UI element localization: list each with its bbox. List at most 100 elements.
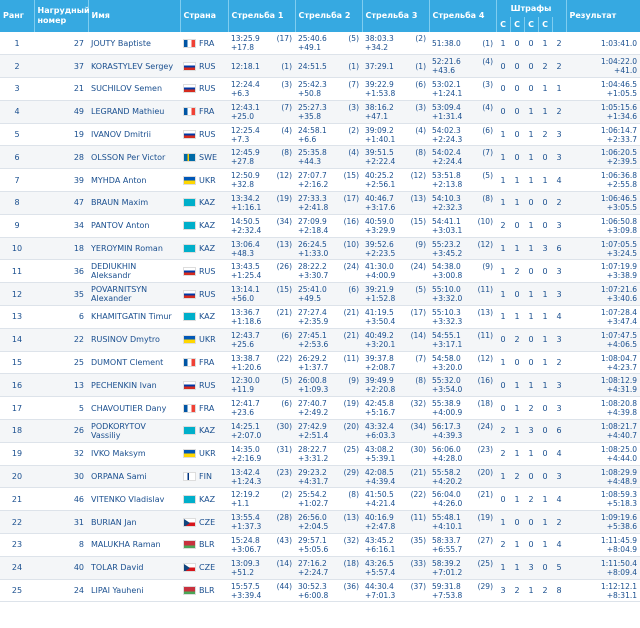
table-row[interactable]: 5 19 IVANOV Dmitrii RUS 12:25.4 (4) +7.3… bbox=[0, 123, 640, 147]
shoot2-cell: 27:07.7 (15) +2:16.2 bbox=[295, 168, 362, 193]
table-row[interactable]: 24 40 TOLAR David CZE 13:09.3 (14) +51.2… bbox=[0, 556, 640, 580]
shoot3-cell: 38:16.2 (3) +47.1 bbox=[362, 100, 429, 124]
bib-cell: 5 bbox=[34, 396, 88, 421]
shoot1-time: 12:50.9 bbox=[231, 171, 260, 181]
table-row[interactable]: 12 35 POVARNITSYN Alexander RUS 13:14.1 … bbox=[0, 282, 640, 307]
shoot3-time: 39:21.9 bbox=[365, 285, 394, 295]
athlete-name[interactable]: PANTOV Anton bbox=[88, 214, 180, 238]
athlete-name[interactable]: ORPANA Sami bbox=[88, 465, 180, 489]
athlete-name[interactable]: MYHDA Anton bbox=[88, 168, 180, 193]
table-row[interactable]: 11 36 DEDIUKHIN Aleksandr RUS 13:43.5 (2… bbox=[0, 259, 640, 284]
table-row[interactable]: 14 22 RUSINOV Dmytro UKR 12:43.7 (6) +25… bbox=[0, 328, 640, 352]
athlete-name[interactable]: DEDIUKHIN Aleksandr bbox=[88, 259, 180, 284]
header-name[interactable]: Имя bbox=[88, 0, 181, 32]
result-time: 1:06:46.5 bbox=[600, 193, 638, 203]
table-row[interactable]: 3 21 SUCHILOV Semen RUS 12:24.4 (3) +6.3… bbox=[0, 77, 640, 101]
table-row[interactable]: 7 39 MYHDA Anton UKR 12:50.9 (12) +32.8 … bbox=[0, 168, 640, 193]
shoot4-time: 55:10.3 bbox=[432, 307, 461, 317]
athlete-name[interactable]: LIPAI Yauheni bbox=[88, 579, 180, 603]
shoot2-diff: +2:04.5 bbox=[298, 522, 329, 532]
athlete-name[interactable]: LEGRAND Mathieu bbox=[88, 100, 180, 124]
penalty-4: 0 bbox=[538, 396, 552, 421]
result-cell: 1:08:25.0 +4:44.0 bbox=[566, 442, 640, 466]
table-row[interactable]: 2 37 KORASTYLEV Sergey RUS 12:18.1 (1) 2… bbox=[0, 54, 640, 79]
penalty-3: 0 bbox=[524, 77, 538, 101]
athlete-name[interactable]: PECHENKIN Ivan bbox=[88, 373, 180, 398]
athlete-name[interactable]: KORASTYLEV Sergey bbox=[88, 54, 180, 79]
table-row[interactable]: 20 30 ORPANA Sami FIN 13:42.4 (23) +1:24… bbox=[0, 465, 640, 489]
athlete-name[interactable]: RUSINOV Dmytro bbox=[88, 328, 180, 352]
shoot1-rank: (21) bbox=[276, 307, 292, 317]
header-rank[interactable]: Ранг bbox=[0, 0, 35, 32]
table-row[interactable]: 9 34 PANTOV Anton KAZ 14:50.5 (34) +2:32… bbox=[0, 214, 640, 238]
result-behind: +3:40.6 bbox=[606, 294, 638, 304]
shoot3-cell: 42:45.8 (32) +5:16.7 bbox=[362, 396, 429, 421]
table-row[interactable]: 10 18 YEROYMIN Roman KAZ 13:06.4 (13) +4… bbox=[0, 237, 640, 261]
result-behind: +5:38.6 bbox=[606, 522, 638, 532]
country-cell: RUS bbox=[180, 54, 228, 79]
shoot2-cell: 27:45.1 (21) +2:53.6 bbox=[295, 328, 362, 352]
athlete-name[interactable]: POVARNITSYN Alexander bbox=[88, 282, 180, 307]
shoot3-cell: 39:51.5 (8) +2:22.4 bbox=[362, 145, 429, 170]
rank-cell: 23 bbox=[0, 533, 34, 557]
athlete-name[interactable]: TOLAR David bbox=[88, 556, 180, 580]
shoot4-cell: 55:10.3 (13) +3:32.3 bbox=[429, 305, 496, 329]
penalty-total: 2 bbox=[552, 191, 567, 215]
table-row[interactable]: 17 5 CHAVOUTIER Dany FRA 12:41.7 (6) +23… bbox=[0, 396, 640, 421]
shoot4-time: 54:58.0 bbox=[432, 353, 461, 363]
table-row[interactable]: 1 27 JOUTY Baptiste FRA 13:25.9 (17) +17… bbox=[0, 32, 640, 56]
shoot2-cell: 29:23.2 (29) +4:31.7 bbox=[295, 465, 362, 489]
penalty-total: 4 bbox=[552, 168, 567, 193]
header-shoot2[interactable]: Стрельба 2 bbox=[295, 0, 363, 32]
flag-icon bbox=[183, 266, 196, 276]
shoot3-time: 41:50.5 bbox=[365, 490, 394, 500]
athlete-name[interactable]: IVKO Maksym bbox=[88, 442, 180, 466]
table-row[interactable]: 22 31 BURIAN Jan CZE 13:55.4 (28) +1:37.… bbox=[0, 510, 640, 535]
header-country[interactable]: Страна bbox=[180, 0, 229, 32]
table-row[interactable]: 25 24 LIPAI Yauheni BLR 15:57.5 (44) +3:… bbox=[0, 579, 640, 603]
athlete-name[interactable]: VITENKO Vladislav bbox=[88, 487, 180, 512]
table-row[interactable]: 21 46 VITENKO Vladislav KAZ 12:19.2 (2) … bbox=[0, 487, 640, 512]
athlete-name[interactable]: OLSSON Per Victor bbox=[88, 145, 180, 170]
header-result[interactable]: Результат bbox=[566, 0, 640, 32]
athlete-name[interactable]: PODKORYTOV Vassiliy bbox=[88, 419, 180, 443]
table-row[interactable]: 19 32 IVKO Maksym UKR 14:35.0 (31) +2:16… bbox=[0, 442, 640, 466]
athlete-name[interactable]: SUCHILOV Semen bbox=[88, 77, 180, 101]
shoot1-diff: +1:24.3 bbox=[231, 476, 262, 486]
shoot4-time: 55:10.0 bbox=[432, 285, 461, 295]
shoot4-rank: (18) bbox=[477, 399, 493, 409]
header-shoot4[interactable]: Стрельба 4 bbox=[429, 0, 497, 32]
result-cell: 1:07:47.5 +4:06.5 bbox=[566, 328, 640, 352]
athlete-name[interactable]: KHAMITGATIN Timur bbox=[88, 305, 180, 329]
table-row[interactable]: 4 49 LEGRAND Mathieu FRA 12:43.1 (7) +25… bbox=[0, 100, 640, 124]
shoot3-cell: 43:08.2 (30) +5:39.1 bbox=[362, 442, 429, 466]
header-shoot3[interactable]: Стрельба 3 bbox=[362, 0, 430, 32]
shoot3-cell: 39:49.9 (8) +2:20.8 bbox=[362, 373, 429, 398]
athlete-name[interactable]: BURIAN Jan bbox=[88, 510, 180, 535]
header-bib[interactable]: Нагрудный номер bbox=[34, 0, 90, 32]
rank-cell: 12 bbox=[0, 282, 34, 307]
table-row[interactable]: 15 25 DUMONT Clement FRA 13:38.7 (22) +1… bbox=[0, 351, 640, 375]
table-row[interactable]: 13 6 KHAMITGATIN Timur KAZ 13:36.7 (21) … bbox=[0, 305, 640, 329]
athlete-name[interactable]: IVANOV Dmitrii bbox=[88, 123, 180, 147]
rank-cell: 19 bbox=[0, 442, 34, 466]
table-row[interactable]: 23 8 MALUKHA Raman BLR 15:24.8 (43) +3:0… bbox=[0, 533, 640, 557]
table-row[interactable]: 18 26 PODKORYTOV Vassiliy KAZ 14:25.1 (3… bbox=[0, 419, 640, 443]
shoot1-diff: +1:37.3 bbox=[231, 522, 262, 532]
table-row[interactable]: 8 47 BRAUN Maxim KAZ 13:34.2 (19) +1:16.… bbox=[0, 191, 640, 215]
result-cell: 1:06:46.5 +3:05.5 bbox=[566, 191, 640, 215]
result-time: 1:11:45.9 bbox=[600, 535, 638, 545]
shoot4-diff: +3:54.0 bbox=[432, 385, 463, 395]
header-shoot1[interactable]: Стрельба 1 bbox=[228, 0, 296, 32]
table-row[interactable]: 6 28 OLSSON Per Victor SWE 12:45.9 (8) +… bbox=[0, 145, 640, 170]
athlete-name[interactable]: CHAVOUTIER Dany bbox=[88, 396, 180, 421]
athlete-name[interactable]: JOUTY Baptiste bbox=[88, 32, 180, 56]
shoot2-diff: +2:51.4 bbox=[298, 430, 329, 440]
athlete-name[interactable]: MALUKHA Raman bbox=[88, 533, 180, 557]
penalty-total: 6 bbox=[552, 419, 567, 443]
table-row[interactable]: 16 13 PECHENKIN Ivan RUS 12:30.0 (5) +11… bbox=[0, 373, 640, 398]
penalty-1: 1 bbox=[496, 465, 510, 489]
athlete-name[interactable]: DUMONT Clement bbox=[88, 351, 180, 375]
athlete-name[interactable]: BRAUN Maxim bbox=[88, 191, 180, 215]
athlete-name[interactable]: YEROYMIN Roman bbox=[88, 237, 180, 261]
